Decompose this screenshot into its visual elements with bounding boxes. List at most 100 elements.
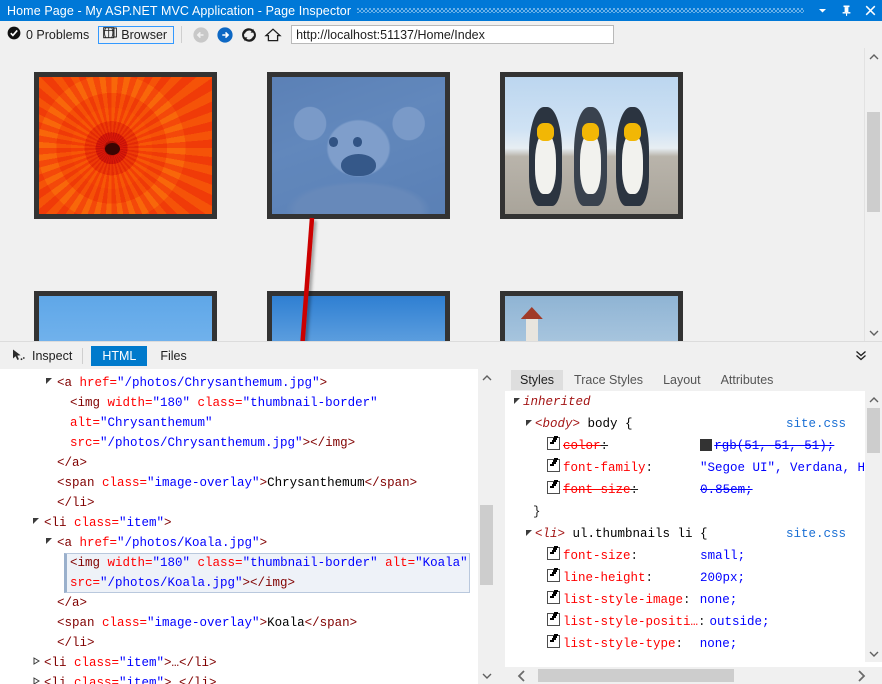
- chevron-right-icon[interactable]: [853, 667, 870, 684]
- browser-toolbar: 0 Problems Browser: [0, 21, 882, 48]
- home-icon[interactable]: [261, 23, 285, 47]
- html-line[interactable]: <img width="180" class="thumbnail-border…: [0, 553, 478, 573]
- penguins-image: [505, 77, 678, 214]
- declaration-checkbox[interactable]: [547, 569, 560, 582]
- thumbnail-tulips[interactable]: [34, 291, 217, 341]
- close-icon[interactable]: [858, 0, 882, 21]
- html-tree-pane[interactable]: <a href="/photos/Chrysanthemum.jpg"><img…: [0, 369, 478, 684]
- declaration-checkbox[interactable]: [547, 591, 560, 604]
- tab-layout[interactable]: Layout: [654, 370, 710, 390]
- declaration-checkbox[interactable]: [547, 437, 560, 450]
- html-line[interactable]: <li class="item">…</li>: [0, 653, 478, 673]
- tab-styles[interactable]: Styles: [511, 370, 563, 390]
- style-rule-source: site.css: [786, 413, 846, 435]
- forward-arrow-icon[interactable]: [213, 23, 237, 47]
- scroll-up-icon[interactable]: [865, 48, 882, 65]
- problems-indicator[interactable]: 0 Problems: [0, 26, 89, 43]
- style-declaration[interactable]: font-family:"Segoe UI", Verdana, He;: [505, 457, 882, 479]
- style-declaration[interactable]: list-style-positi…:outside;: [505, 611, 882, 633]
- tree-twisty-expanded-icon[interactable]: [525, 524, 535, 546]
- tab-html[interactable]: HTML: [91, 346, 147, 366]
- declaration-value: none;: [700, 637, 738, 651]
- declaration-checkbox[interactable]: [547, 635, 560, 648]
- declaration-checkbox[interactable]: [547, 547, 560, 560]
- address-bar[interactable]: http://localhost:51137/Home/Index: [291, 25, 614, 44]
- tab-attributes[interactable]: Attributes: [712, 370, 783, 390]
- declaration-colon: :: [683, 593, 691, 607]
- thumbnail-lighthouse[interactable]: [500, 291, 683, 341]
- declaration-colon: :: [698, 615, 706, 629]
- pane-splitter[interactable]: [495, 369, 505, 684]
- style-declaration[interactable]: line-height:200px;: [505, 567, 882, 589]
- style-declaration[interactable]: color:rgb(51, 51, 51);: [505, 435, 882, 457]
- styles-pane-scrollbar[interactable]: [865, 391, 882, 662]
- html-pane-scrollbar-thumb[interactable]: [480, 505, 493, 585]
- html-pane-scrollbar[interactable]: [478, 369, 495, 684]
- styles-rule-list: inherited<body> body {site.csscolor:rgb(…: [505, 391, 882, 662]
- thumbnail-row: [34, 72, 824, 219]
- tree-twisty-expanded-icon[interactable]: [45, 533, 55, 553]
- back-arrow-icon[interactable]: [189, 23, 213, 47]
- html-line[interactable]: <li class="item">…</li>: [0, 673, 478, 684]
- html-line[interactable]: </li>: [0, 493, 478, 513]
- tree-twisty-collapsed-icon[interactable]: [32, 653, 42, 673]
- html-line[interactable]: <span class="image-overlay">Chrysanthemu…: [0, 473, 478, 493]
- html-source-tree: <a href="/photos/Chrysanthemum.jpg"><img…: [0, 373, 478, 684]
- declaration-checkbox[interactable]: [547, 459, 560, 472]
- browser-button[interactable]: Browser: [98, 26, 174, 44]
- style-rule-header[interactable]: <li> ul.thumbnails li {site.css: [505, 523, 882, 545]
- tree-twisty-expanded-icon[interactable]: [513, 392, 523, 414]
- expand-panel-button[interactable]: [854, 348, 882, 365]
- scroll-up-icon[interactable]: [478, 369, 495, 386]
- html-line[interactable]: <img width="180" class="thumbnail-border…: [0, 393, 478, 413]
- html-line[interactable]: src="/photos/Chrysanthemum.jpg"></img>: [0, 433, 478, 453]
- tree-twisty-expanded-icon[interactable]: [32, 513, 42, 533]
- styles-pane-scrollbar-thumb[interactable]: [867, 408, 880, 453]
- browser-globe-icon: [103, 27, 117, 43]
- html-line[interactable]: </a>: [0, 453, 478, 473]
- html-line[interactable]: <a href="/photos/Koala.jpg">: [0, 533, 478, 553]
- thumbnail-koala[interactable]: [267, 72, 450, 219]
- pin-icon[interactable]: [834, 0, 858, 21]
- tab-files[interactable]: Files: [149, 346, 197, 366]
- declaration-value: none;: [700, 593, 738, 607]
- html-line[interactable]: </a>: [0, 593, 478, 613]
- declaration-checkbox[interactable]: [547, 613, 560, 626]
- tree-twisty-expanded-icon[interactable]: [45, 373, 55, 393]
- scroll-down-icon[interactable]: [865, 324, 882, 341]
- chevron-left-icon[interactable]: [513, 667, 530, 684]
- style-rule-header[interactable]: <body> body {site.css: [505, 413, 882, 435]
- tree-twisty-expanded-icon[interactable]: [525, 414, 535, 436]
- html-line[interactable]: </li>: [0, 633, 478, 653]
- styles-group-header[interactable]: inherited: [505, 391, 882, 413]
- thumbnail-penguins[interactable]: [500, 72, 683, 219]
- html-line[interactable]: <a href="/photos/Chrysanthemum.jpg">: [0, 373, 478, 393]
- thumbnail-chrysanthemum[interactable]: [34, 72, 217, 219]
- jellyfish-image: [272, 296, 445, 341]
- viewport-scrollbar[interactable]: [864, 48, 882, 341]
- refresh-icon[interactable]: [237, 23, 261, 47]
- scroll-down-icon[interactable]: [865, 645, 882, 662]
- declaration-checkbox[interactable]: [547, 481, 560, 494]
- styles-pane-hscrollbar[interactable]: [505, 667, 882, 684]
- html-line[interactable]: <span class="image-overlay">Koala</span>: [0, 613, 478, 633]
- html-line[interactable]: alt="Chrysanthemum": [0, 413, 478, 433]
- scroll-down-icon[interactable]: [478, 667, 495, 684]
- html-line[interactable]: src="/photos/Koala.jpg"></img>: [0, 573, 478, 593]
- inspect-button[interactable]: Inspect: [0, 342, 82, 370]
- declaration-colon: :: [676, 637, 684, 651]
- tab-trace-styles[interactable]: Trace Styles: [565, 370, 652, 390]
- thumbnail-jellyfish[interactable]: [267, 291, 450, 341]
- scroll-up-icon[interactable]: [865, 391, 882, 408]
- style-declaration[interactable]: font-size:small;: [505, 545, 882, 567]
- style-declaration[interactable]: list-style-image:none;: [505, 589, 882, 611]
- html-line[interactable]: <li class="item">: [0, 513, 478, 533]
- viewport-scrollbar-thumb[interactable]: [867, 112, 880, 212]
- style-declaration[interactable]: font-size:0.85em;: [505, 479, 882, 501]
- color-swatch[interactable]: [700, 439, 712, 451]
- style-declaration[interactable]: list-style-type:none;: [505, 633, 882, 655]
- chevron-down-icon[interactable]: [810, 0, 834, 21]
- tree-twisty-collapsed-icon[interactable]: [32, 673, 42, 684]
- double-chevron-down-icon: [854, 348, 868, 365]
- styles-hscrollbar-thumb[interactable]: [538, 669, 734, 682]
